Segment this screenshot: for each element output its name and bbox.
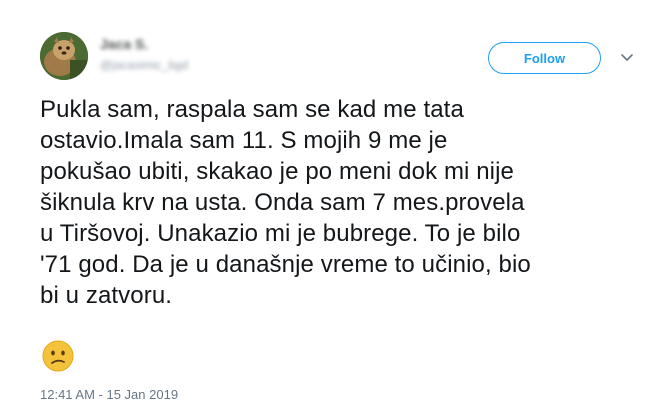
user-name-block[interactable]: Jaca S. @jacasimic_bgd (100, 36, 320, 76)
tweet-card: Jaca S. @jacasimic_bgd Follow Pukla sam,… (0, 0, 670, 409)
tweet-timestamp[interactable]: 12:41 AM - 15 Jan 2019 (40, 387, 178, 402)
user-avatar[interactable] (40, 32, 88, 80)
user-handle[interactable]: @jacasimic_bgd (100, 58, 188, 72)
tweet-text: Pukla sam, raspala sam se kad me tata os… (40, 96, 531, 309)
follow-button[interactable]: Follow (488, 42, 601, 74)
display-name[interactable]: Jaca S. (100, 36, 148, 52)
chevron-down-icon[interactable] (617, 48, 637, 68)
confused-face-emoji-icon (42, 340, 74, 372)
